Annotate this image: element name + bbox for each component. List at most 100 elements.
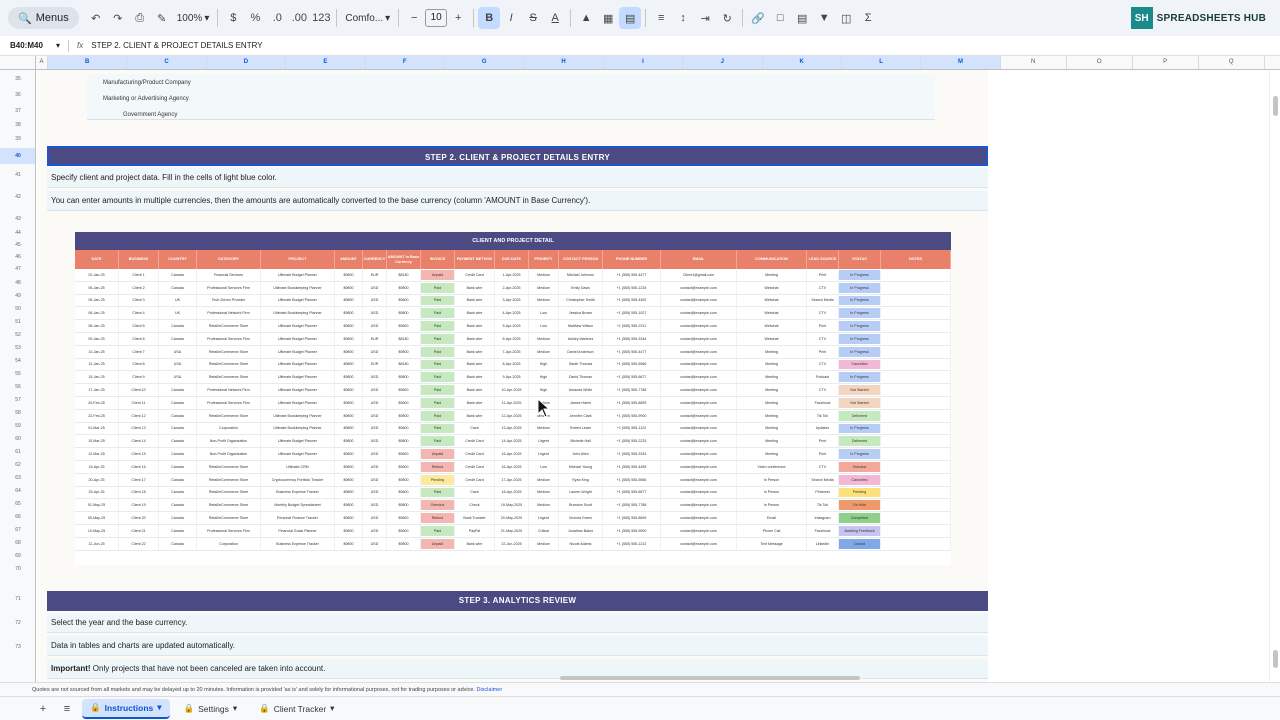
table-cell[interactable]: John Allen xyxy=(559,448,603,460)
table-cell[interactable]: Medium xyxy=(529,269,559,281)
table-cell[interactable]: Client 12 xyxy=(119,409,159,422)
number-format-icon[interactable]: 123 xyxy=(310,7,332,29)
font-size-increase-icon[interactable]: + xyxy=(447,7,469,29)
table-cell[interactable]: +1 (555) 555-5566 xyxy=(603,358,661,371)
row-header[interactable]: 48 xyxy=(0,280,35,286)
table-cell[interactable]: +1 (555) 555-4452 xyxy=(603,294,661,307)
row-header[interactable]: 68 xyxy=(0,540,35,546)
project-status-cell[interactable]: Closed xyxy=(839,538,881,549)
scroll-thumb[interactable] xyxy=(1273,650,1278,668)
table-cell[interactable]: Retail/eCommerce Store xyxy=(197,499,261,512)
table-cell[interactable]: CTV xyxy=(807,332,839,345)
table-cell[interactable]: 13-Apr-2025 xyxy=(495,422,529,435)
table-cell[interactable]: contact@example.com xyxy=(661,345,737,358)
table-cell[interactable]: $9800 xyxy=(335,307,363,320)
table-cell[interactable]: 5-Apr-2025 xyxy=(495,320,529,332)
notes-cell[interactable] xyxy=(881,332,951,345)
notes-cell[interactable] xyxy=(881,473,951,486)
table-cell[interactable]: 05-May-25 xyxy=(75,512,119,524)
table-cell[interactable]: Bank wire xyxy=(455,358,495,371)
table-cell[interactable]: CTV xyxy=(807,281,839,294)
table-cell[interactable]: Meeting xyxy=(737,358,807,371)
column-header[interactable]: A xyxy=(36,56,48,69)
table-cell[interactable]: 25-Apr-25 xyxy=(75,486,119,499)
table-cell[interactable]: Text Message xyxy=(737,537,807,550)
chevron-down-icon[interactable]: ▾ xyxy=(330,703,334,714)
table-cell[interactable]: +1 (555) 555-7788 xyxy=(603,499,661,512)
table-cell[interactable]: Canada xyxy=(159,486,197,499)
chevron-down-icon[interactable]: ▾ xyxy=(233,703,237,714)
table-cell[interactable]: Retail/eCommerce Store xyxy=(197,371,261,384)
invoice-status-cell[interactable]: Paid xyxy=(421,346,455,357)
horizontal-align-icon[interactable]: ≡ xyxy=(650,7,672,29)
table-cell[interactable]: David Thomas xyxy=(559,371,603,384)
table-cell[interactable]: 1-Apr-2025 xyxy=(495,269,529,281)
table-cell[interactable]: Professional Services Firm xyxy=(197,396,261,409)
row-header[interactable]: 64 xyxy=(0,488,35,494)
row-header[interactable]: 52 xyxy=(0,332,35,338)
table-cell[interactable]: $9800 xyxy=(335,435,363,448)
table-cell[interactable]: Email xyxy=(737,512,807,524)
table-cell[interactable]: 19-May-2025 xyxy=(495,499,529,512)
table-cell[interactable]: USD xyxy=(363,473,387,486)
row-header[interactable]: 49 xyxy=(0,293,35,299)
table-cell[interactable]: Canada xyxy=(159,435,197,448)
table-cell[interactable]: $9800 xyxy=(387,435,421,448)
table-cell[interactable]: USD xyxy=(363,294,387,307)
table-cell[interactable]: Corporation xyxy=(197,537,261,550)
table-cell[interactable]: Low xyxy=(529,307,559,320)
table-cell[interactable]: $9800 xyxy=(387,486,421,499)
table-cell[interactable]: 12-Jun-25 xyxy=(75,537,119,550)
table-cell[interactable]: Professional Network Firm xyxy=(197,384,261,396)
table-cell[interactable]: Client 2 xyxy=(119,281,159,294)
notes-cell[interactable] xyxy=(881,422,951,435)
text-rotation-icon[interactable]: ↻ xyxy=(716,7,738,29)
invoice-status-cell[interactable]: Refund xyxy=(421,513,455,523)
print-icon[interactable]: ⎙ xyxy=(129,7,151,29)
project-status-cell[interactable]: Overdue xyxy=(839,461,881,472)
table-cell[interactable]: 10-May-25 xyxy=(75,524,119,537)
table-cell[interactable]: 10-Jan-25 xyxy=(75,345,119,358)
table-cell[interactable]: +1 (555) 555-4455 xyxy=(603,460,661,473)
table-cell[interactable]: In Person xyxy=(737,473,807,486)
table-cell[interactable]: Webchat xyxy=(737,320,807,332)
row-header[interactable]: 42 xyxy=(0,194,35,200)
table-cell[interactable]: $9800 xyxy=(335,332,363,345)
table-cell[interactable]: Canada xyxy=(159,473,197,486)
table-cell[interactable]: Ultimate Budget Planner xyxy=(261,358,335,371)
table-cell[interactable]: $9800 xyxy=(335,524,363,537)
table-cell[interactable]: 22-Feb-25 xyxy=(75,409,119,422)
project-status-cell[interactable]: Completed xyxy=(839,513,881,523)
notes-cell[interactable] xyxy=(881,384,951,396)
table-cell[interactable]: contact@example.com xyxy=(661,448,737,460)
table-cell[interactable]: USD xyxy=(363,307,387,320)
table-cell[interactable]: 9-Apr-2025 xyxy=(495,371,529,384)
table-cell[interactable]: 14-Apr-2025 xyxy=(495,435,529,448)
table-cell[interactable]: +1 (555) 555-2211 xyxy=(603,320,661,332)
project-status-cell[interactable]: Awaiting Feedback xyxy=(839,525,881,536)
table-cell[interactable]: Corporation xyxy=(197,422,261,435)
fill-color-icon[interactable]: ▲ xyxy=(575,7,597,29)
table-cell[interactable]: contact@example.com xyxy=(661,294,737,307)
table-cell[interactable]: 4-Apr-2025 xyxy=(495,307,529,320)
table-cell[interactable]: Tik Tok xyxy=(807,499,839,512)
scroll-thumb[interactable] xyxy=(1273,96,1278,116)
table-cell[interactable]: $9800 xyxy=(335,537,363,550)
percent-icon[interactable]: % xyxy=(244,7,266,29)
table-cell[interactable]: USD xyxy=(363,396,387,409)
row-header[interactable]: 63 xyxy=(0,475,35,481)
table-cell[interactable]: 6-Apr-2025 xyxy=(495,332,529,345)
invoice-status-cell[interactable]: Refund xyxy=(421,461,455,472)
table-cell[interactable]: USD xyxy=(363,371,387,384)
table-cell[interactable]: $9800 xyxy=(335,512,363,524)
table-cell[interactable]: UK xyxy=(159,294,197,307)
table-cell[interactable]: Canada xyxy=(159,460,197,473)
table-cell[interactable]: Bank wire xyxy=(455,409,495,422)
project-status-cell[interactable]: Cancelled xyxy=(839,474,881,485)
table-cell[interactable]: Financial Goals Planner xyxy=(261,524,335,537)
table-cell[interactable]: $9800 xyxy=(387,499,421,512)
table-cell[interactable]: 20-Apr-25 xyxy=(75,473,119,486)
column-header[interactable]: C xyxy=(127,56,207,69)
table-cell[interactable]: +1 (555) 555-5566 xyxy=(603,473,661,486)
table-cell[interactable]: Matthew Wilson xyxy=(559,320,603,332)
